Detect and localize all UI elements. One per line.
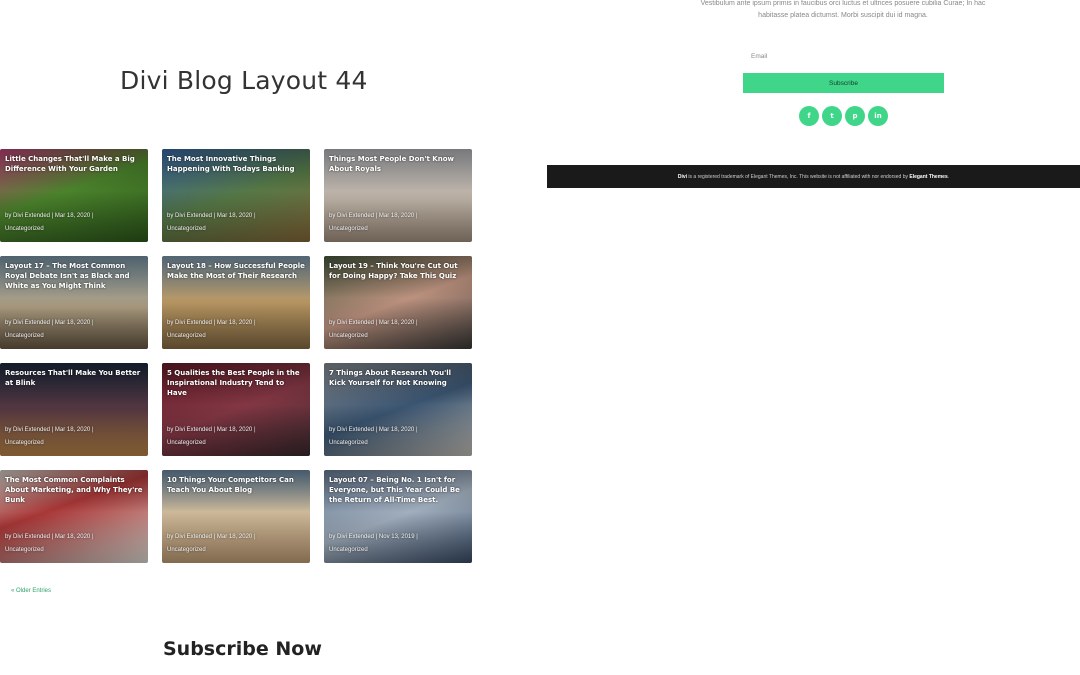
post-meta: by Divi Extended | Mar 18, 2020 | (5, 320, 94, 326)
blog-card[interactable]: Little Changes That'll Make a Big Differ… (0, 149, 148, 242)
post-category[interactable]: Uncategorized (329, 439, 368, 447)
post-category[interactable]: Uncategorized (329, 225, 368, 233)
post-category[interactable]: Uncategorized (329, 332, 368, 340)
blog-card[interactable]: 10 Things Your Competitors Can Teach You… (162, 470, 310, 563)
page-title: Divi Blog Layout 44 (120, 66, 368, 95)
blog-card[interactable]: The Most Innovative Things Happening Wit… (162, 149, 310, 242)
blog-card[interactable]: 5 Qualities the Best People in the Inspi… (162, 363, 310, 456)
post-category[interactable]: Uncategorized (329, 546, 368, 554)
post-category[interactable]: Uncategorized (5, 546, 44, 554)
blog-card[interactable]: Resources That'll Make You Better at Bli… (0, 363, 148, 456)
post-title[interactable]: Layout 07 – Being No. 1 Isn't for Everyo… (329, 475, 467, 505)
pinterest-icon[interactable]: p (845, 106, 865, 126)
older-entries-link[interactable]: « Older Entries (11, 588, 51, 594)
blog-card[interactable]: Layout 19 – Think You're Cut Out for Doi… (324, 256, 472, 349)
post-title[interactable]: Layout 18 – How Successful People Make t… (167, 261, 305, 281)
post-category[interactable]: Uncategorized (5, 225, 44, 233)
linkedin-icon[interactable]: in (868, 106, 888, 126)
newsletter-intro: Vestibulum ante ipsum primis in faucibus… (700, 0, 986, 19)
twitter-icon[interactable]: t (822, 106, 842, 126)
footer-bar: Divi is a registered trademark of Elegan… (547, 165, 1080, 188)
blog-card[interactable]: Things Most People Don't Know About Roya… (324, 149, 472, 242)
post-meta: by Divi Extended | Mar 18, 2020 | (5, 534, 94, 540)
post-title[interactable]: Layout 17 – The Most Common Royal Debate… (5, 261, 143, 291)
post-meta: by Divi Extended | Mar 18, 2020 | (5, 213, 94, 219)
post-meta: by Divi Extended | Mar 18, 2020 | (5, 427, 94, 433)
post-title[interactable]: Resources That'll Make You Better at Bli… (5, 368, 143, 388)
post-category[interactable]: Uncategorized (167, 332, 206, 340)
post-title[interactable]: 10 Things Your Competitors Can Teach You… (167, 475, 305, 495)
footer-company-link[interactable]: Elegant Themes (909, 174, 947, 180)
post-meta: by Divi Extended | Mar 18, 2020 | (167, 320, 256, 326)
post-meta: by Divi Extended | Mar 18, 2020 | (167, 427, 256, 433)
footer-brand: Divi (677, 173, 688, 180)
post-category[interactable]: Uncategorized (5, 332, 44, 340)
blog-card[interactable]: Layout 18 – How Successful People Make t… (162, 256, 310, 349)
blog-card[interactable]: The Most Common Complaints About Marketi… (0, 470, 148, 563)
post-category[interactable]: Uncategorized (5, 439, 44, 447)
post-meta: by Divi Extended | Nov 13, 2019 | (329, 534, 418, 540)
blog-card[interactable]: Layout 07 – Being No. 1 Isn't for Everyo… (324, 470, 472, 563)
post-meta: by Divi Extended | Mar 18, 2020 | (167, 534, 256, 540)
post-category[interactable]: Uncategorized (167, 546, 206, 554)
post-meta: by Divi Extended | Mar 18, 2020 | (329, 213, 418, 219)
blog-card[interactable]: Layout 17 – The Most Common Royal Debate… (0, 256, 148, 349)
post-meta: by Divi Extended | Mar 18, 2020 | (167, 213, 256, 219)
email-field[interactable] (743, 48, 944, 64)
post-title[interactable]: 5 Qualities the Best People in the Inspi… (167, 368, 305, 398)
post-title[interactable]: Things Most People Don't Know About Roya… (329, 154, 467, 174)
post-title[interactable]: Little Changes That'll Make a Big Differ… (5, 154, 143, 174)
facebook-icon[interactable]: f (799, 106, 819, 126)
subscribe-button[interactable]: Subscribe (743, 73, 944, 93)
subscribe-heading: Subscribe Now (163, 638, 322, 660)
footer-text: Divi is a registered trademark of Elegan… (677, 173, 950, 180)
post-title[interactable]: The Most Innovative Things Happening Wit… (167, 154, 305, 174)
post-meta: by Divi Extended | Mar 18, 2020 | (329, 427, 418, 433)
blog-card[interactable]: 7 Things About Research You'll Kick Your… (324, 363, 472, 456)
post-category[interactable]: Uncategorized (167, 225, 206, 233)
post-meta: by Divi Extended | Mar 18, 2020 | (329, 320, 418, 326)
post-category[interactable]: Uncategorized (167, 439, 206, 447)
post-title[interactable]: The Most Common Complaints About Marketi… (5, 475, 143, 505)
post-title[interactable]: 7 Things About Research You'll Kick Your… (329, 368, 467, 388)
post-title[interactable]: Layout 19 – Think You're Cut Out for Doi… (329, 261, 467, 281)
